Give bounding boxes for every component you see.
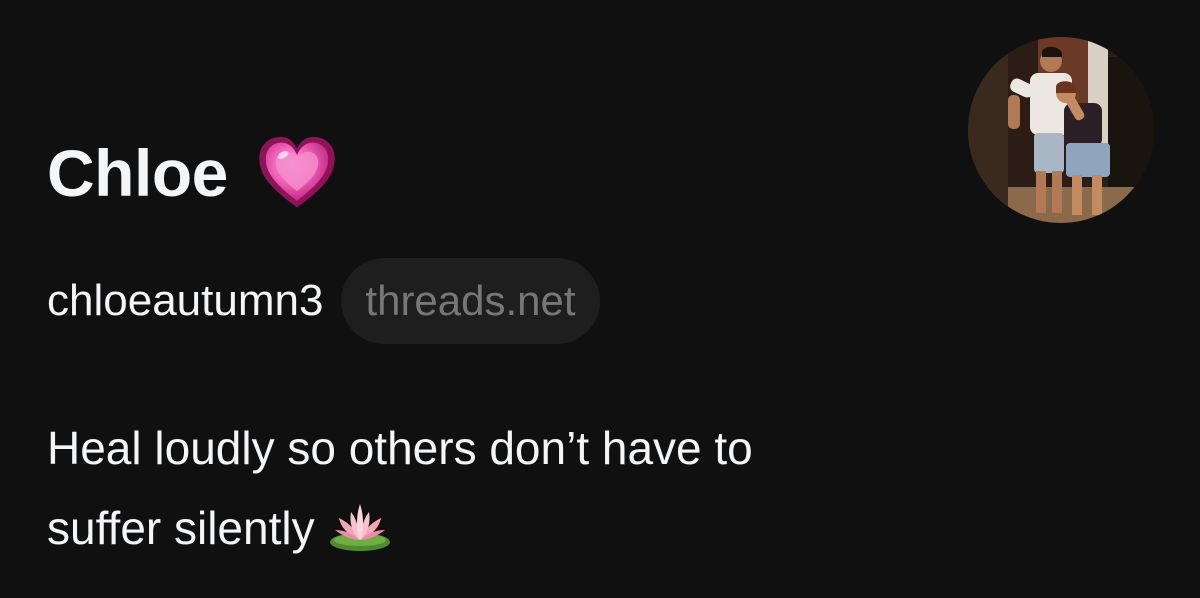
bio-line-with-emoji: suffer silently (47, 488, 1127, 568)
username: chloeautumn3 (47, 276, 324, 325)
profile-photo-avatar[interactable] (968, 37, 1154, 223)
profile-header: Chloe chloeautumn3 threads.net Heal loud… (0, 0, 1200, 598)
bio-line: suffer silently (47, 502, 315, 554)
bio: Heal loudly so others don’t have to suff… (47, 408, 1127, 568)
name-row: Chloe (47, 128, 338, 218)
threads-domain-badge[interactable]: threads.net (341, 258, 600, 344)
bio-line: Heal loudly so others don’t have to (47, 422, 753, 474)
lotus-icon (329, 496, 391, 551)
handle-row: chloeautumn3 threads.net (47, 258, 600, 344)
display-name: Chloe (47, 136, 228, 210)
pink-heart-icon (256, 132, 338, 214)
